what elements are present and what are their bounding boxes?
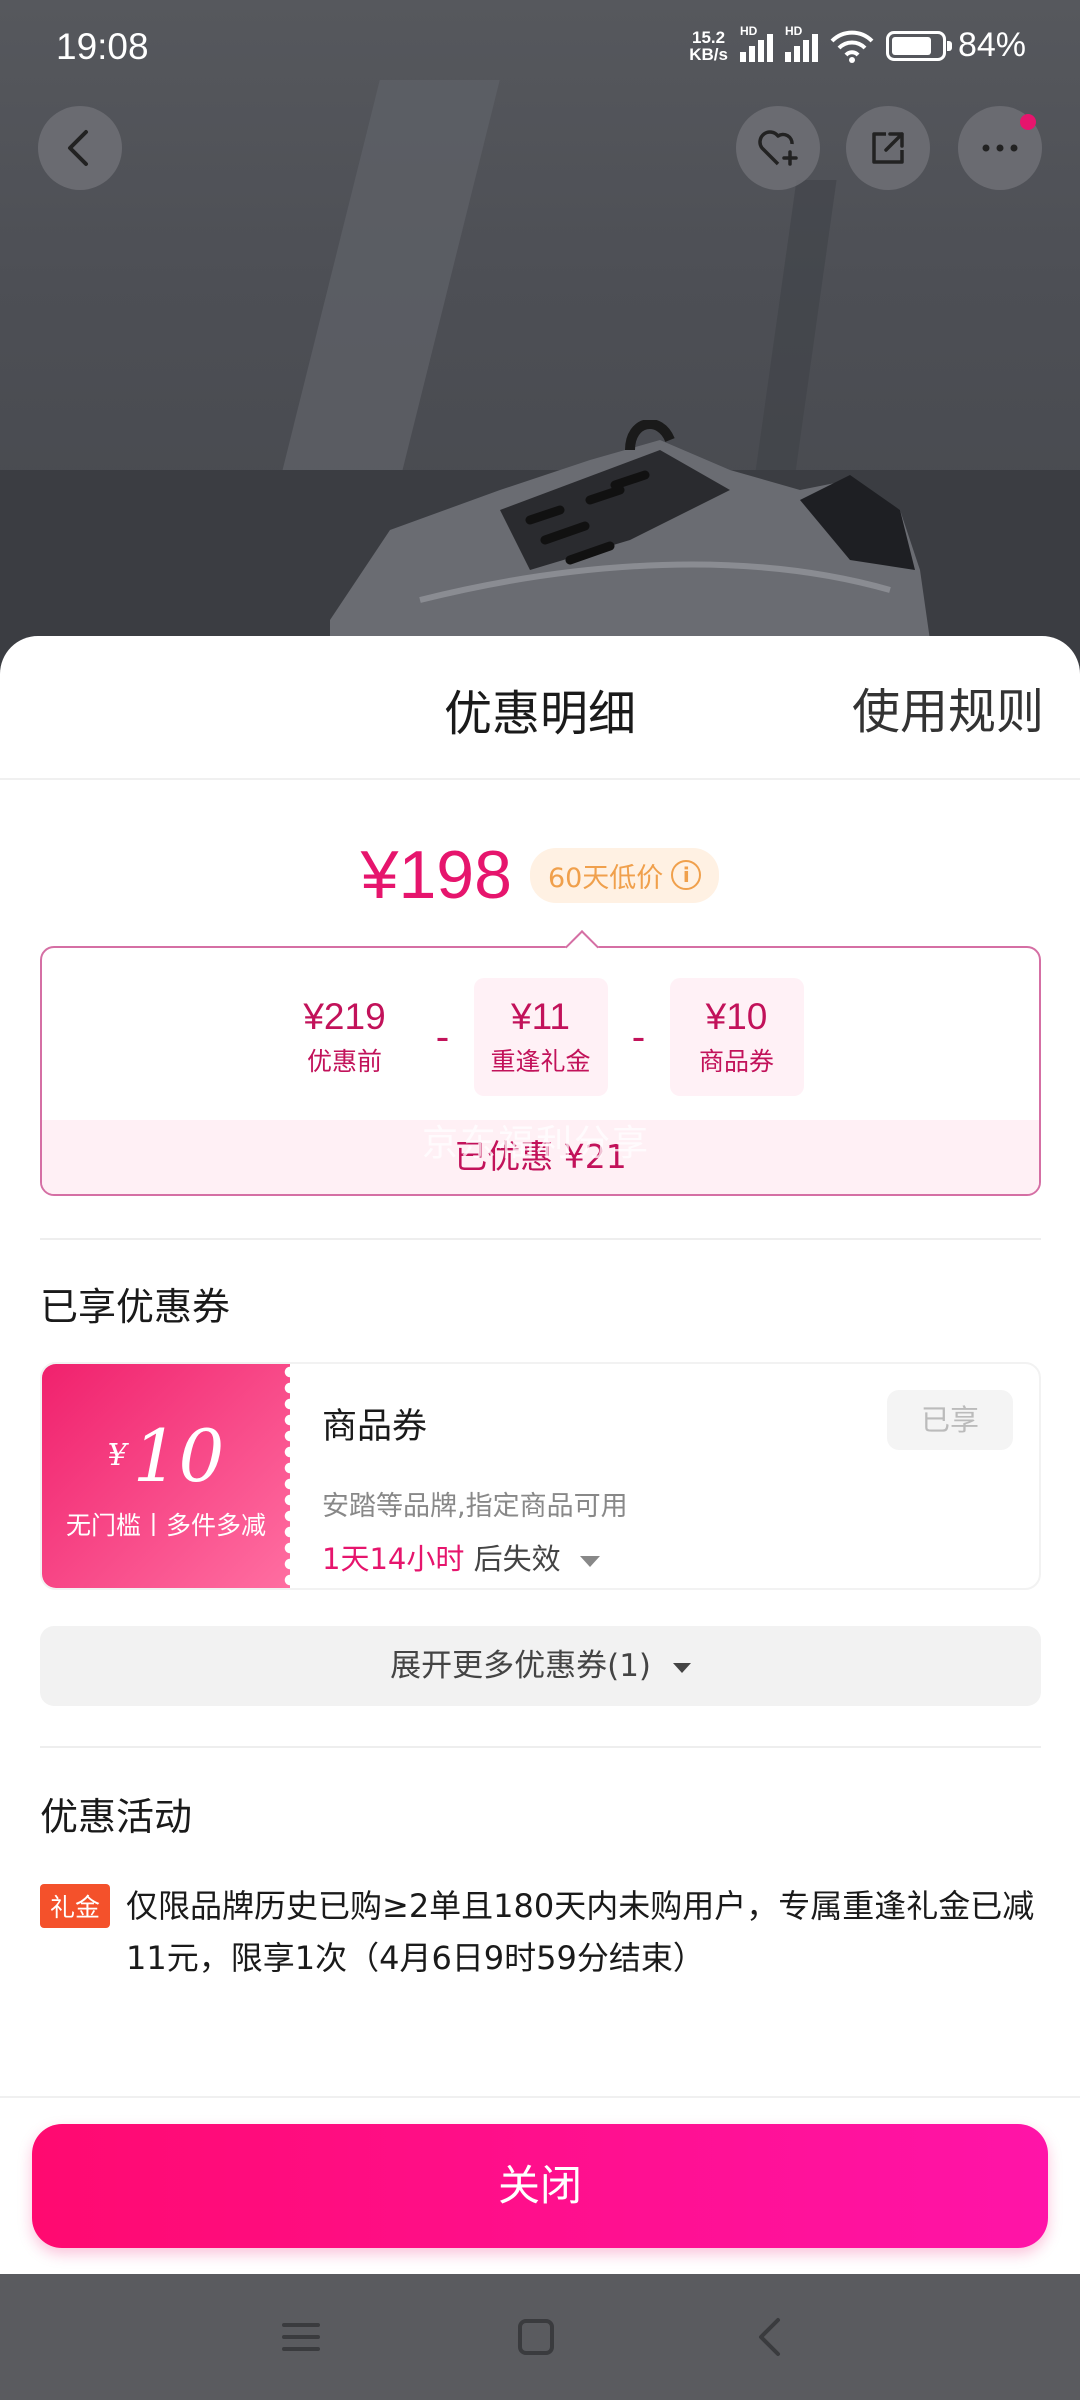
expand-more-coupons-button[interactable]: 展开更多优惠券(1) xyxy=(40,1626,1041,1706)
coupon-state-button[interactable]: 已享 xyxy=(887,1390,1013,1450)
product-image-backdrop xyxy=(0,0,1080,700)
promo-text: 仅限品牌历史已购≥2单且180天内未购用户，专属重逢礼金已减11元，限享1次（4… xyxy=(126,1887,1035,1977)
breakdown-value: ¥10 xyxy=(705,996,768,1037)
home-icon[interactable] xyxy=(511,2312,561,2362)
coupon-amount-value: 10 xyxy=(132,1414,225,1498)
back-button[interactable] xyxy=(38,106,122,190)
signal-icon: HD xyxy=(739,24,773,62)
battery-icon xyxy=(885,30,952,61)
activities-section-title: 优惠活动 xyxy=(40,1795,193,1839)
shoe-image xyxy=(330,420,930,640)
coupon-value-panel: ¥10 无门槛丨多件多减 xyxy=(42,1364,296,1588)
divider xyxy=(0,2096,1080,2098)
system-nav-bar xyxy=(0,2274,1080,2400)
final-price: ¥198 xyxy=(360,837,512,913)
breakdown-value: ¥219 xyxy=(303,996,386,1037)
minus-sign: - xyxy=(631,1015,646,1059)
breakdown-value: ¥11 xyxy=(511,996,570,1037)
more-icon xyxy=(982,144,1018,152)
signal-icon-2: HD xyxy=(784,24,818,62)
breakdown-item-coupon: ¥10 商品券 xyxy=(669,978,804,1096)
close-button[interactable]: 关闭 xyxy=(32,2124,1048,2248)
menu-icon[interactable] xyxy=(276,2312,326,2362)
share-icon xyxy=(872,132,904,164)
coupon-expiry[interactable]: 1天14小时 后失效 xyxy=(322,1536,600,1578)
low-price-badge[interactable]: 60天低价 i xyxy=(529,847,720,903)
status-icons: 15.2 KB/s HD HD 84% xyxy=(689,24,1026,65)
back-icon xyxy=(68,130,88,166)
breakdown-pointer xyxy=(565,930,599,964)
breakdown-label: 优惠前 xyxy=(306,1047,382,1076)
network-speed-unit: KB/s xyxy=(689,44,728,64)
minus-sign: - xyxy=(435,1015,450,1059)
nav-back-icon[interactable] xyxy=(746,2312,796,2362)
network-speed-value: 15.2 xyxy=(692,27,726,47)
sheet-header: 优惠明细 使用规则 xyxy=(0,636,1080,780)
signal-hd-label-2: HD xyxy=(784,23,803,38)
status-bar: 19:08 15.2 KB/s HD HD 84% xyxy=(0,0,1080,90)
promo-activity: 礼金 仅限品牌历史已购≥2单且180天内未购用户，专属重逢礼金已减11元，限享1… xyxy=(40,1880,1041,1984)
expand-label: 展开更多优惠券(1) xyxy=(390,1648,652,1684)
info-icon: i xyxy=(671,860,702,890)
more-button[interactable] xyxy=(958,106,1042,190)
coupon-expiry-time: 1天14小时 xyxy=(322,1542,465,1576)
usage-rules-link[interactable]: 使用规则 xyxy=(852,672,1044,742)
coupon-name: 商品券 xyxy=(322,1407,428,1447)
chevron-down-icon xyxy=(579,1555,600,1567)
divider xyxy=(40,1746,1041,1748)
share-button[interactable] xyxy=(846,106,930,190)
signal-hd-label: HD xyxy=(739,23,758,38)
breakdown-items: ¥219 优惠前 - ¥11 重逢礼金 - ¥10 商品券 xyxy=(42,978,1039,1096)
discount-detail-sheet: 优惠明细 使用规则 ¥198 60天低价 i ¥219 优惠前 - ¥11 重逢… xyxy=(0,636,1080,2274)
chevron-down-icon xyxy=(672,1662,691,1673)
gift-tag: 礼金 xyxy=(40,1884,111,1928)
network-speed: 15.2 KB/s xyxy=(689,29,728,63)
favorite-button[interactable] xyxy=(736,106,820,190)
wifi-icon xyxy=(830,30,874,63)
breakdown-item-original: ¥219 优惠前 xyxy=(278,978,412,1096)
favorite-add-icon xyxy=(758,130,798,166)
notification-dot xyxy=(1020,114,1036,130)
coupon-currency: ¥ xyxy=(107,1438,127,1473)
breakdown-label: 重逢礼金 xyxy=(490,1047,591,1076)
battery-level: 84% xyxy=(957,26,1026,64)
price-breakdown: ¥219 优惠前 - ¥11 重逢礼金 - ¥10 商品券 已优惠 ¥21 京东… xyxy=(40,930,1041,1196)
coupons-section-title: 已享优惠券 xyxy=(40,1285,231,1329)
coupon-amount: ¥10 xyxy=(42,1420,290,1492)
coupon-card[interactable]: ¥10 无门槛丨多件多减 商品券 安踏等品牌,指定商品可用 1天14小时 后失效… xyxy=(40,1362,1041,1590)
breakdown-item-gift: ¥11 重逢礼金 xyxy=(473,978,608,1096)
final-price-row: ¥198 60天低价 i xyxy=(0,836,1080,914)
low-price-badge-label: 60天低价 xyxy=(547,862,664,894)
coupon-condition: 无门槛丨多件多减 xyxy=(65,1511,266,1540)
status-time: 19:08 xyxy=(56,26,149,67)
coupon-expiry-suffix: 后失效 xyxy=(473,1542,561,1576)
watermark: 京东福利分享 xyxy=(422,1123,651,1164)
divider xyxy=(40,1238,1041,1240)
coupon-description: 安踏等品牌,指定商品可用 xyxy=(322,1491,628,1522)
breakdown-label: 商品券 xyxy=(698,1047,774,1076)
